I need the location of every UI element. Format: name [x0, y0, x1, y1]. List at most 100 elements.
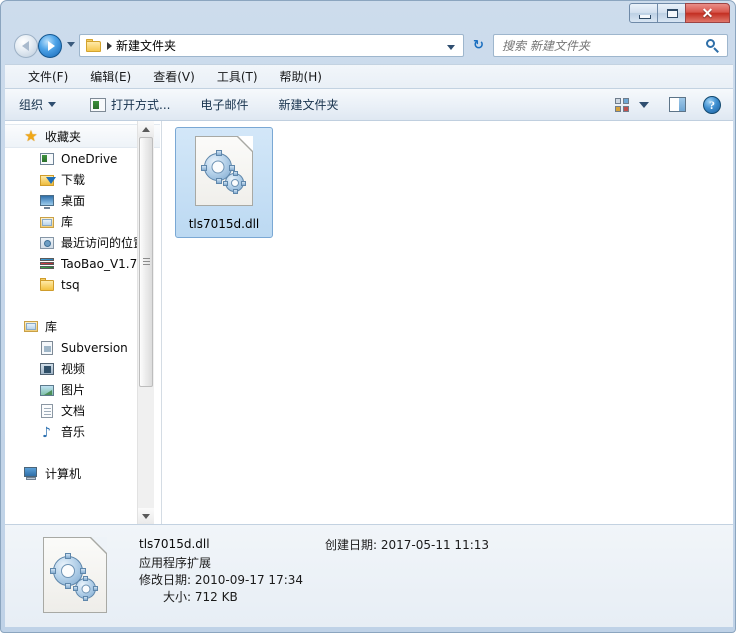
- onedrive-icon: [39, 151, 55, 167]
- recent-pages-dropdown-icon[interactable]: [67, 42, 75, 47]
- minimize-icon: [639, 15, 651, 19]
- address-bar[interactable]: 新建文件夹: [79, 34, 464, 57]
- scroll-up-button[interactable]: [138, 121, 154, 137]
- desktop-icon: [39, 193, 55, 209]
- maximize-button[interactable]: [657, 3, 686, 23]
- recent-places-icon: [39, 235, 55, 251]
- details-pane: tls7015d.dll 应用程序扩展 修改日期: 2010-09-17 17:…: [5, 524, 733, 627]
- subversion-icon: [39, 340, 55, 356]
- archive-icon: [39, 256, 55, 272]
- details-size-label: 大小:: [163, 590, 192, 604]
- refresh-button[interactable]: ↻: [470, 37, 487, 54]
- email-button[interactable]: 电子邮件: [192, 92, 256, 117]
- sidebar-item-label: Subversion: [61, 340, 128, 355]
- sidebar-item-label: 库: [45, 319, 58, 334]
- chevron-down-icon[interactable]: [447, 45, 455, 50]
- file-list-pane[interactable]: tls7015d.dll: [161, 121, 733, 524]
- folder-icon: [39, 277, 55, 293]
- sidebar-item-label: 收藏夹: [45, 129, 82, 144]
- details-created-row: 创建日期: 2017-05-11 11:13: [325, 537, 489, 554]
- navigation-scrollbar[interactable]: [137, 121, 154, 524]
- search-input[interactable]: [500, 38, 699, 54]
- sidebar-item-label: 下载: [61, 173, 86, 187]
- computer-icon: [23, 465, 39, 481]
- sidebar-item-label: 图片: [61, 383, 86, 397]
- menu-item-tools[interactable]: 工具(T): [208, 65, 267, 88]
- change-view-icon[interactable]: [614, 97, 630, 113]
- details-file-type: 应用程序扩展: [139, 556, 212, 570]
- toolbar: 组织 打开方式... 电子邮件 新建文件夹 ?: [5, 89, 733, 121]
- menu-item-help[interactable]: 帮助(H): [271, 65, 331, 88]
- open-with-icon: [90, 97, 107, 112]
- music-icon: ♪: [42, 424, 51, 441]
- downloads-icon: [39, 172, 56, 188]
- folder-icon: [86, 39, 102, 52]
- menu-item-file[interactable]: 文件(F): [19, 65, 77, 88]
- back-arrow-icon: [22, 41, 29, 51]
- dll-icon: [43, 537, 107, 613]
- sidebar-item-label: 音乐: [61, 425, 86, 439]
- details-created-label: 创建日期:: [325, 538, 378, 552]
- open-with-button[interactable]: 打开方式...: [82, 92, 178, 117]
- details-secondary-column: 创建日期: 2017-05-11 11:13: [325, 537, 489, 554]
- content-area: ★ 收藏夹 OneDrive 下载 桌面 库 最近访问的位置 TaoBao_V1…: [5, 121, 733, 524]
- title-bar: ✕: [5, 2, 733, 28]
- email-label: 电子邮件: [200, 98, 249, 112]
- details-created-value: 2017-05-11 11:13: [380, 538, 490, 552]
- preview-pane-icon[interactable]: [669, 97, 686, 112]
- menu-item-edit[interactable]: 编辑(E): [81, 65, 140, 88]
- pictures-icon: [39, 382, 55, 398]
- menu-bar: 文件(F) 编辑(E) 查看(V) 工具(T) 帮助(H): [5, 64, 733, 89]
- forward-arrow-icon: [48, 41, 55, 51]
- navigation-pane: ★ 收藏夹 OneDrive 下载 桌面 库 最近访问的位置 TaoBao_V1…: [5, 121, 160, 524]
- search-box[interactable]: [493, 34, 728, 57]
- details-file-name: tls7015d.dll: [139, 537, 210, 551]
- search-icon: [706, 39, 720, 53]
- window-controls: ✕: [629, 3, 730, 23]
- sidebar-item-label: 桌面: [61, 194, 86, 208]
- sidebar-item-label: tsq: [61, 277, 80, 292]
- details-size-value: 712 KB: [194, 590, 238, 604]
- chevron-down-icon[interactable]: [639, 101, 649, 108]
- library-icon: [23, 318, 39, 334]
- close-button[interactable]: ✕: [685, 3, 730, 23]
- videos-icon: [39, 361, 55, 377]
- breadcrumb-separator-icon[interactable]: [107, 41, 112, 50]
- details-primary-column: tls7015d.dll 应用程序扩展 修改日期: 2010-09-17 17:…: [139, 537, 319, 606]
- window-inner: ✕ 新建文件夹 ↻ 搜索 新建文件夹 文件(F) 编辑(E) 查看(V) 工具(…: [5, 2, 733, 630]
- file-item[interactable]: tls7015d.dll: [175, 127, 273, 238]
- new-folder-label: 新建文件夹: [278, 98, 339, 112]
- organize-label: 组织: [19, 98, 44, 112]
- address-bar-row: 新建文件夹 ↻: [5, 28, 733, 64]
- chevron-down-icon: [48, 102, 57, 107]
- sidebar-item-label: 最近访问的位置: [61, 236, 146, 250]
- library-icon: [39, 214, 55, 230]
- dll-icon: [195, 136, 253, 206]
- details-modified-label: 修改日期:: [139, 573, 192, 587]
- new-folder-button[interactable]: 新建文件夹: [270, 92, 346, 117]
- breadcrumb[interactable]: 新建文件夹: [116, 37, 176, 54]
- details-size-row: 大小: 712 KB: [139, 589, 319, 606]
- explorer-window: ✕ 新建文件夹 ↻ 搜索 新建文件夹 文件(F) 编辑(E) 查看(V) 工具(…: [0, 0, 736, 633]
- documents-icon: [39, 403, 55, 419]
- details-modified-value: 2010-09-17 17:34: [194, 573, 304, 587]
- sidebar-item-label: TaoBao_V1.7: [61, 256, 138, 271]
- menu-item-view[interactable]: 查看(V): [144, 65, 204, 88]
- scroll-down-button[interactable]: [138, 508, 154, 524]
- scrollbar-thumb[interactable]: [139, 137, 153, 387]
- sidebar-item-label: 文档: [61, 404, 86, 418]
- sidebar-item-label: OneDrive: [61, 151, 118, 166]
- sidebar-item-label: 库: [61, 215, 74, 229]
- organize-button[interactable]: 组织: [11, 92, 64, 117]
- forward-button[interactable]: [38, 34, 62, 58]
- toolbar-right-group: ?: [614, 95, 733, 114]
- star-icon: ★: [24, 127, 38, 145]
- close-icon: ✕: [701, 7, 714, 22]
- help-icon[interactable]: ?: [703, 95, 721, 114]
- minimize-button[interactable]: [629, 3, 658, 23]
- restore-icon: [667, 9, 678, 18]
- back-button[interactable]: [14, 34, 38, 58]
- open-with-label: 打开方式...: [111, 98, 171, 112]
- sidebar-item-label: 计算机: [45, 466, 82, 481]
- file-name-label: tls7015d.dll: [188, 217, 260, 231]
